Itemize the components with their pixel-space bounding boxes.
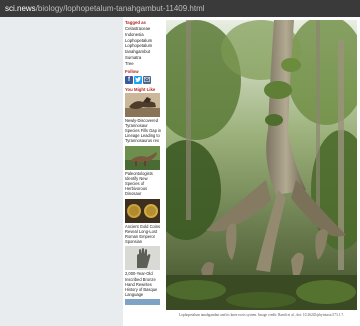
- twitter-icon[interactable]: [134, 75, 142, 84]
- lophopetalum-photo: [166, 20, 357, 310]
- tag-link[interactable]: Tree: [125, 61, 163, 67]
- social-links: f: [125, 75, 163, 84]
- gold-coins-thumbnail: [125, 198, 160, 223]
- photo-caption: Lophopetalum tanahgambut and its knee ro…: [178, 313, 345, 317]
- related-story-title: Paleontologists Identify New Species of …: [125, 170, 153, 197]
- related-story[interactable]: 2,000-Year-Old Inscribed Bronze Hand Rew…: [125, 246, 163, 297]
- more-stories-strip: [125, 299, 160, 306]
- related-story-title: Newly-Discovered Tyrannosaur Species Fil…: [125, 117, 162, 144]
- sidebar: Tagged as Celastraceae Indonesia Lophope…: [123, 17, 163, 326]
- related-story[interactable]: Ancient Gold Coins Reveal Long-Lost Roma…: [125, 198, 163, 245]
- page-background: [0, 17, 123, 326]
- address-bar[interactable]: sci.news/biology/lophopetalum-tanahgambu…: [0, 0, 360, 17]
- tyrannosaur-thumbnail: [125, 92, 160, 117]
- related-story[interactable]: Newly-Discovered Tyrannosaur Species Fil…: [125, 92, 163, 144]
- facebook-icon[interactable]: f: [125, 75, 133, 84]
- url-path: /biology/lophopetalum-tanahgambut-11409.…: [35, 4, 205, 13]
- bronze-hand-thumbnail: [125, 246, 160, 271]
- email-icon[interactable]: [143, 75, 151, 84]
- related-story-title: 2,000-Year-Old Inscribed Bronze Hand Rew…: [125, 271, 158, 298]
- follow-heading: Follow: [125, 68, 139, 74]
- article-main: Lophopetalum tanahgambut and its knee ro…: [163, 17, 360, 326]
- dinosaur-thumbnail: [125, 145, 160, 170]
- related-story[interactable]: Paleontologists Identify New Species of …: [125, 145, 163, 197]
- url-host: sci.news: [5, 4, 36, 13]
- related-story-title: Ancient Gold Coins Reveal Long-Lost Roma…: [125, 223, 161, 245]
- tag-list: Celastraceae Indonesia Lophopetalum Loph…: [125, 26, 163, 67]
